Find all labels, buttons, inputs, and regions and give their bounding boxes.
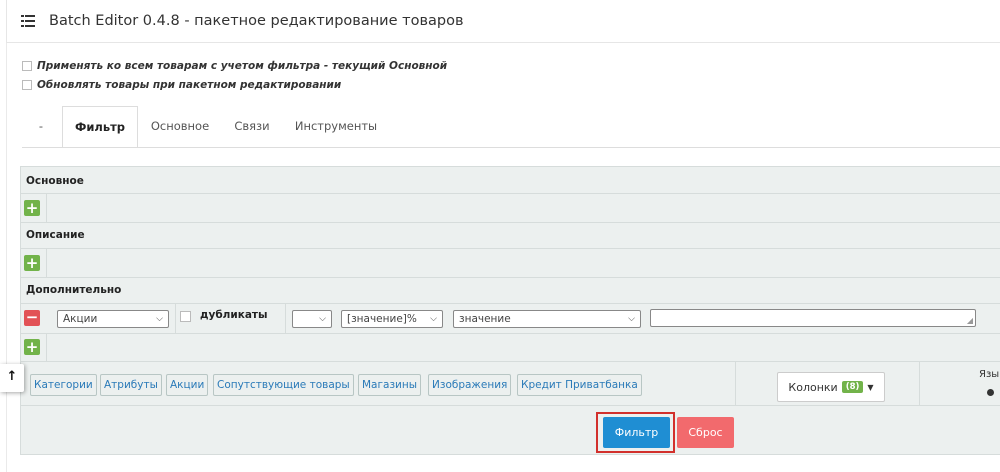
tabs-divider (22, 147, 1000, 148)
chevron-down-icon: ⌵ (156, 314, 163, 324)
columns-button-label: Колонки (788, 380, 838, 394)
operator-select[interactable]: ⌵ (292, 310, 332, 328)
section-main-title: Основное (26, 175, 84, 187)
minus-icon[interactable]: − (24, 310, 40, 326)
chevron-down-icon: ⌵ (430, 314, 437, 324)
language-label: Язы (979, 369, 1000, 380)
filter-grid: Основное + Описание + Дополнительно − Ак… (20, 166, 1000, 455)
plus-icon[interactable]: + (24, 200, 40, 216)
value-type-select-value: значение (459, 313, 511, 325)
link-categories[interactable]: Категории (30, 374, 97, 396)
value-textarea[interactable]: ◢ (650, 309, 976, 327)
columns-button[interactable]: Колонки (8) ▼ (777, 372, 885, 402)
field-select-value: Акции (63, 313, 98, 325)
tab-main[interactable]: Основное (142, 106, 218, 148)
option-apply-all[interactable]: Применять ко всем товарам с учетом фильт… (22, 60, 447, 72)
duplicates-label: дубликаты (200, 309, 268, 321)
page-title: Batch Editor 0.4.8 - пакетное редактиров… (49, 13, 464, 29)
section-description-title: Описание (26, 229, 85, 241)
language-radio[interactable] (987, 389, 994, 396)
tab-dash[interactable]: - (26, 106, 56, 148)
reset-button[interactable]: Сброс (677, 417, 734, 448)
update-products-label: Обновлять товары при пакетном редактиров… (37, 79, 342, 91)
field-select[interactable]: Акции ⌵ (57, 310, 169, 328)
mode-select-value: [значение]% (347, 313, 417, 325)
option-update-products[interactable]: Обновлять товары при пакетном редактиров… (22, 79, 341, 91)
list-icon (21, 15, 35, 27)
tab-tools[interactable]: Инструменты (286, 106, 386, 148)
link-privatbank-credit[interactable]: Кредит Приватбанка (517, 374, 642, 396)
plus-icon[interactable]: + (24, 255, 40, 271)
value-type-select[interactable]: значение ⌵ (453, 310, 641, 328)
link-related-products[interactable]: Сопутствующие товары (213, 374, 354, 396)
section-additional-title: Дополнительно (26, 284, 122, 296)
mode-select[interactable]: [значение]% ⌵ (341, 310, 443, 328)
columns-count-badge: (8) (841, 381, 864, 393)
caret-down-icon: ▼ (867, 382, 874, 392)
apply-all-label: Применять ко всем товарам с учетом фильт… (37, 60, 448, 72)
resize-handle-icon[interactable]: ◢ (967, 317, 973, 325)
link-stores[interactable]: Магазины (358, 374, 422, 396)
frame-border (6, 43, 7, 472)
page-header: Batch Editor 0.4.8 - пакетное редактиров… (6, 0, 1000, 43)
tab-filter[interactable]: Фильтр (62, 106, 138, 148)
link-specials[interactable]: Акции (166, 374, 209, 396)
duplicates-checkbox[interactable] (180, 311, 191, 322)
update-products-checkbox[interactable] (22, 80, 32, 90)
chevron-down-icon: ⌵ (628, 314, 635, 324)
plus-icon[interactable]: + (24, 339, 40, 355)
tab-links[interactable]: Связи (222, 106, 282, 148)
scroll-to-top-button[interactable]: ↑ (0, 364, 24, 392)
apply-all-checkbox[interactable] (22, 61, 32, 71)
link-images[interactable]: Изображения (428, 374, 512, 396)
filter-button[interactable]: Фильтр (603, 417, 670, 448)
link-attributes[interactable]: Атрибуты (100, 374, 162, 396)
chevron-down-icon: ⌵ (319, 314, 326, 324)
arrow-up-icon: ↑ (6, 369, 18, 384)
